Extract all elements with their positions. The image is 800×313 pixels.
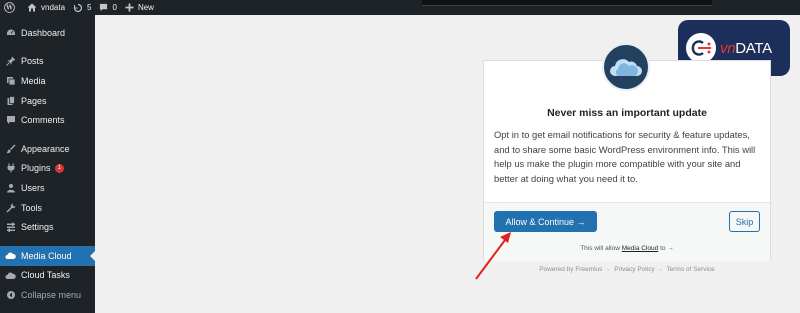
- optin-card: Never miss an important update Opt in to…: [483, 43, 771, 261]
- sidebar-item-label: Pages: [21, 95, 47, 106]
- home-icon: [27, 3, 37, 12]
- plugin-cloud-icon: [602, 43, 650, 91]
- sidebar-item-label: Comments: [21, 115, 65, 126]
- comments-count: 0: [112, 3, 117, 12]
- plus-icon: [125, 3, 134, 12]
- sidebar-item-media-cloud[interactable]: Media Cloud: [0, 245, 95, 266]
- sidebar-item-label: Cloud Tasks: [21, 270, 70, 281]
- sidebar-item-label: Settings: [21, 222, 54, 233]
- powered-by-link[interactable]: Powered by Freemius: [539, 266, 602, 273]
- site-name: vndata: [41, 3, 66, 12]
- admin-sidebar: Dashboard Posts Media Pages Comments App…: [0, 15, 95, 313]
- sidebar-item-pages[interactable]: Pages: [0, 91, 95, 111]
- plugins-update-badge: 1: [54, 163, 64, 173]
- collapse-menu-button[interactable]: Collapse menu: [0, 285, 95, 305]
- media-icon: [5, 75, 16, 86]
- sidebar-item-label: Posts: [21, 56, 44, 67]
- optin-actions: Allow & Continue → Skip This will allow …: [484, 202, 770, 261]
- sidebar-item-media[interactable]: Media: [0, 71, 95, 91]
- wordpress-logo-icon[interactable]: W: [4, 0, 19, 15]
- wrench-icon: [5, 202, 16, 213]
- sidebar-item-label: Collapse menu: [21, 289, 82, 300]
- dashboard-icon: [5, 27, 16, 38]
- logo-mark-icon: [686, 33, 716, 63]
- comments-icon: [5, 115, 16, 126]
- skip-button[interactable]: Skip: [729, 211, 760, 232]
- new-label: New: [137, 3, 154, 12]
- terms-of-service-link[interactable]: Terms of Service: [666, 266, 714, 273]
- comment-icon: [100, 3, 108, 12]
- optin-title: Never miss an important update: [547, 107, 707, 119]
- comments-link[interactable]: 0: [99, 0, 117, 15]
- sidebar-item-label: Dashboard: [21, 27, 66, 38]
- sidebar-item-label: Media Cloud: [21, 250, 72, 261]
- plugin-icon: [5, 163, 16, 174]
- users-icon: [5, 182, 16, 193]
- sidebar-item-posts[interactable]: Posts: [0, 52, 95, 72]
- sidebar-item-comments[interactable]: Comments: [0, 110, 95, 130]
- site-name-link[interactable]: vndata: [27, 0, 65, 15]
- sidebar-item-tools[interactable]: Tools: [0, 198, 95, 218]
- new-content-link[interactable]: New: [125, 0, 154, 15]
- pin-icon: [5, 56, 16, 67]
- svg-text:W: W: [5, 5, 13, 12]
- logo-wordmark: vnDATA: [720, 39, 772, 57]
- sidebar-item-users[interactable]: Users: [0, 178, 95, 198]
- brush-icon: [5, 143, 16, 154]
- permissions-line: This will allow Media Cloud to →: [580, 245, 674, 252]
- freemius-footer: Powered by Freemius - Privacy Policy - T…: [539, 266, 715, 273]
- sidebar-item-label: Plugins: [21, 163, 51, 174]
- sidebar-item-label: Appearance: [21, 143, 70, 154]
- top-overlay-panel: [422, 0, 712, 6]
- sidebar-item-label: Media: [21, 75, 46, 86]
- sidebar-item-label: Users: [21, 182, 45, 193]
- optin-message: Opt in to get email notifications for se…: [494, 129, 756, 184]
- annotation-arrow-icon: [475, 232, 511, 280]
- permissions-link[interactable]: Media Cloud: [622, 245, 659, 252]
- cloud-tasks-icon: [5, 270, 16, 281]
- sidebar-item-appearance[interactable]: Appearance: [0, 139, 95, 159]
- updates-count: 5: [87, 3, 92, 12]
- admin-bar: W vndata 5 0 New: [0, 0, 800, 15]
- sidebar-item-settings[interactable]: Settings: [0, 217, 95, 237]
- cloud-icon: [5, 250, 16, 261]
- settings-icon: [5, 222, 16, 233]
- collapse-icon: [5, 289, 16, 300]
- updates-icon: [73, 3, 83, 12]
- pages-icon: [5, 95, 16, 106]
- privacy-policy-link[interactable]: Privacy Policy: [614, 266, 654, 273]
- sidebar-item-plugins[interactable]: Plugins 1: [0, 159, 95, 179]
- sidebar-item-cloud-tasks[interactable]: Cloud Tasks: [0, 266, 95, 286]
- sidebar-item-label: Tools: [21, 202, 43, 213]
- sidebar-item-dashboard[interactable]: Dashboard: [0, 23, 95, 43]
- updates-link[interactable]: 5: [73, 0, 91, 15]
